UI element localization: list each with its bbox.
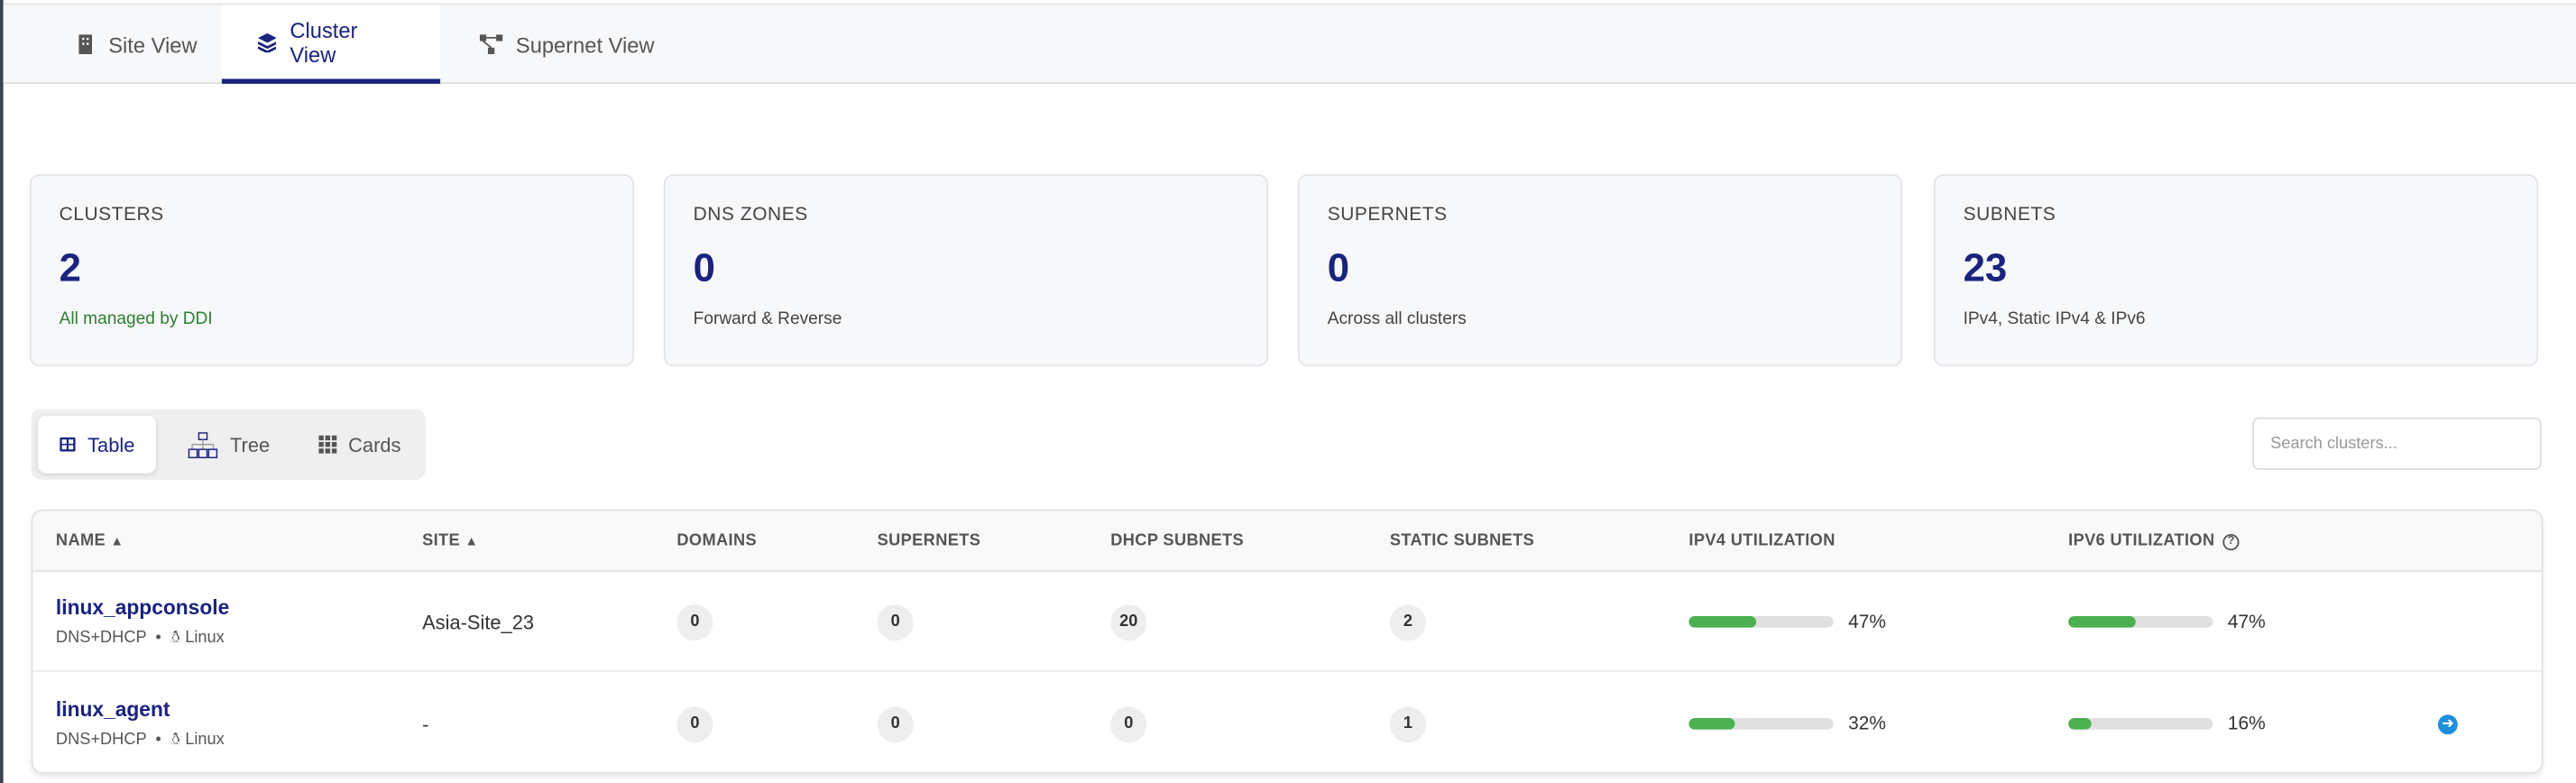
table-row[interactable]: linux_agent DNS+DHCP • 🐧︎ Linux - 0 0 0 …: [32, 674, 2541, 772]
site-cell: Asia-Site_23: [422, 610, 535, 634]
view-tabs: Site View Cluster View Supernet View: [3, 3, 2576, 84]
column-header-supernets: SUPERNETS: [878, 532, 981, 550]
stat-label: SUPERNETS: [1327, 205, 1448, 226]
cluster-meta: DNS+DHCP • 🐧︎ Linux: [55, 628, 225, 647]
stat-subtext: Across all clusters: [1327, 309, 1467, 329]
stat-value: 2: [59, 246, 81, 291]
cluster-view-page: Site View Cluster View Supernet View CLU…: [0, 0, 2576, 783]
cluster-type: DNS+DHCP: [55, 628, 147, 647]
percent-label: 47%: [2227, 612, 2266, 632]
stat-label: DNS ZONES: [693, 205, 808, 226]
table-row[interactable]: linux_appconsole DNS+DHCP • 🐧︎ Linux Asi…: [32, 572, 2542, 672]
cluster-meta: DNS+DHCP • 🐧︎ Linux: [55, 730, 225, 749]
column-header-domains: DOMAINS: [676, 532, 757, 550]
static-subnets-count: 2: [1389, 603, 1426, 640]
cluster-name-link[interactable]: linux_agent: [56, 697, 170, 720]
tab-label: Site View: [108, 32, 198, 57]
cluster-type: DNS+DHCP: [55, 730, 147, 749]
column-header-ipv4-utilization: IPV4 UTILIZATION: [1688, 532, 1835, 550]
stat-card-supernets: SUPERNETS 0 Across all clusters: [1297, 174, 1903, 367]
stat-label: SUBNETS: [1963, 205, 2056, 226]
stat-subtext: IPv4, Static IPv4 & IPv6: [1963, 309, 2146, 329]
layers-icon: [257, 32, 277, 52]
column-header-ipv6-utilization: IPV6 UTILIZATION?: [2068, 532, 2240, 550]
column-header-site[interactable]: SITE ▲: [422, 532, 478, 550]
stat-subtext: All managed by DDI: [59, 309, 213, 329]
stat-subtext: Forward & Reverse: [693, 309, 842, 329]
tab-label: Cluster View: [290, 17, 358, 67]
table-header: NAME ▲︎ SITE ▲ DOMAINS SUPERNETS DHCP SUBN…: [32, 511, 2542, 572]
header-label: DOMAINS: [676, 532, 757, 551]
header-label: SITE: [422, 532, 461, 551]
percent-label: 16%: [2227, 714, 2266, 734]
cluster-name-link[interactable]: linux_appconsole: [56, 595, 229, 618]
tab-label: Supernet View: [515, 32, 655, 57]
cluster-os: Linux: [185, 628, 225, 647]
domains-count: 0: [676, 705, 713, 742]
stat-value: 0: [693, 246, 715, 291]
progress-fill: [1688, 616, 1757, 628]
progress-bar: [2068, 717, 2213, 730]
ipv4-utilization: 47%: [1688, 572, 1886, 672]
ipv6-utilization: 47%: [2068, 572, 2266, 672]
ipv6-utilization: 16%: [2068, 674, 2266, 772]
tree-view-button[interactable]: Tree: [166, 416, 291, 474]
stat-card-clusters: CLUSTERS 2 All managed by DDI: [29, 174, 635, 367]
progress-fill: [2068, 616, 2137, 628]
supernets-count: 0: [877, 603, 914, 640]
stat-label: CLUSTERS: [59, 205, 164, 226]
button-label: Tree: [229, 432, 271, 456]
header-label: SUPERNETS: [877, 532, 981, 551]
progress-bar: [1688, 717, 1834, 730]
header-label: STATIC SUBNETS: [1389, 532, 1535, 551]
progress-bar: [2068, 616, 2213, 628]
dhcp-subnets-count: 20: [1110, 603, 1147, 640]
search-clusters-input[interactable]: [2252, 417, 2542, 470]
linux-icon: 🐧︎: [170, 730, 181, 749]
table-icon: [60, 437, 76, 452]
button-label: Cards: [348, 432, 401, 456]
stat-card-dns-zones: DNS ZONES 0 Forward & Reverse: [663, 174, 1269, 367]
building-icon: [78, 34, 92, 55]
stat-value: 23: [1963, 246, 2008, 291]
linux-icon: 🐧︎: [170, 628, 181, 647]
cluster-os: Linux: [185, 730, 225, 749]
progress-fill: [1688, 717, 1735, 730]
button-label: Table: [87, 432, 135, 456]
network-icon: [479, 34, 503, 55]
percent-label: 32%: [1848, 714, 1887, 734]
header-label: IPV6 UTILIZATION: [2068, 532, 2215, 551]
site-cell: -: [422, 712, 429, 736]
grid-icon: [318, 435, 337, 454]
percent-label: 47%: [1848, 612, 1887, 632]
view-mode-toggle: Table Tree Cards: [31, 409, 426, 480]
static-subnets-count: 1: [1389, 705, 1426, 742]
progress-bar: [1688, 616, 1834, 628]
column-header-name[interactable]: NAME ▲︎: [56, 532, 124, 550]
stat-value: 0: [1327, 246, 1350, 291]
domains-count: 0: [676, 603, 713, 640]
arrow-right-circle-icon[interactable]: ➜: [2437, 714, 2458, 734]
column-header-dhcp-subnets: DHCP SUBNETS: [1110, 532, 1244, 550]
tab-supernet-view[interactable]: Supernet View: [444, 5, 691, 83]
header-label: IPV4 UTILIZATION: [1688, 532, 1835, 551]
tab-site-view[interactable]: Site View: [40, 5, 234, 83]
column-header-static-subnets: STATIC SUBNETS: [1390, 532, 1534, 550]
dhcp-subnets-count: 0: [1110, 705, 1147, 742]
progress-fill: [2068, 717, 2092, 730]
supernets-count: 0: [877, 705, 914, 742]
ipv4-utilization: 32%: [1688, 674, 1887, 772]
tree-icon: [188, 431, 218, 458]
sort-icon[interactable]: ▲︎: [110, 534, 124, 548]
header-label: NAME: [55, 532, 106, 551]
clusters-table: NAME ▲︎ SITE ▲ DOMAINS SUPERNETS DHCP SUBN…: [31, 509, 2544, 774]
sort-icon[interactable]: ▲: [465, 534, 479, 548]
table-view-button[interactable]: Table: [37, 415, 157, 474]
help-icon[interactable]: ?: [2222, 533, 2240, 550]
tab-cluster-view[interactable]: Cluster View: [221, 5, 441, 84]
stat-card-subnets: SUBNETS 23 IPv4, Static IPv4 & IPv6: [1933, 174, 2539, 367]
header-label: DHCP SUBNETS: [1110, 532, 1245, 551]
cards-view-button[interactable]: Cards: [298, 416, 422, 474]
